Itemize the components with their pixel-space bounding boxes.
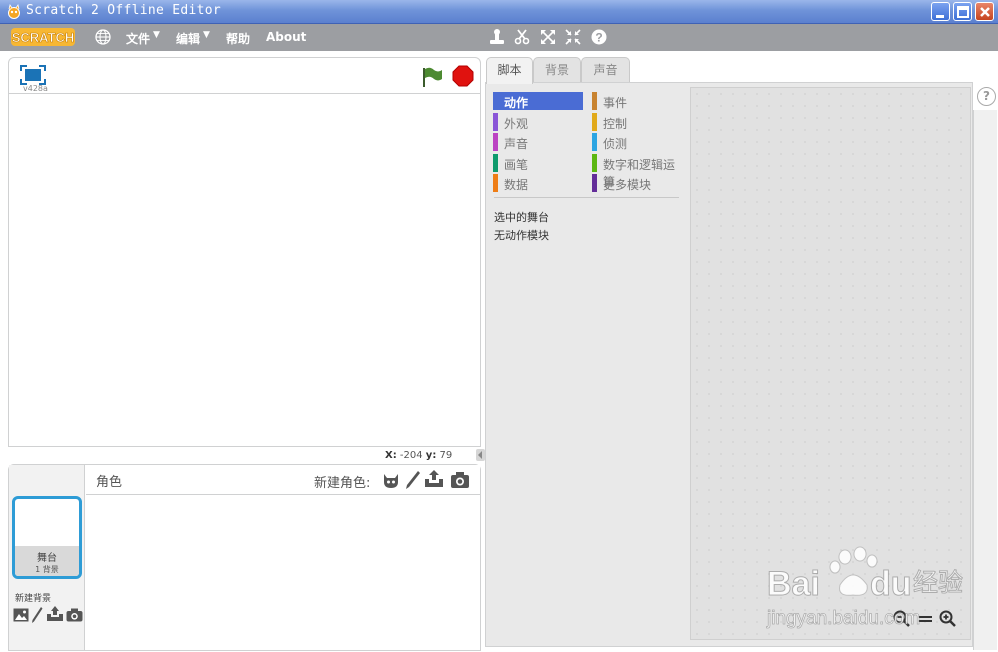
camera-new-backdrop-icon[interactable] <box>66 608 83 622</box>
watermark-brand-2: du <box>870 565 912 603</box>
category-5[interactable]: 数据 <box>493 174 583 192</box>
shrink-icon[interactable] <box>565 28 581 46</box>
stage-thumbnail[interactable]: 舞台 1 背景 <box>12 496 82 579</box>
selected-target-label: 选中的舞台 <box>494 211 549 224</box>
category-color-swatch <box>592 112 597 131</box>
window-titlebar: Scratch 2 Offline Editor <box>0 0 998 24</box>
stage-header: v428a <box>9 58 480 94</box>
stage-collapse-handle[interactable] <box>476 449 485 461</box>
category-7[interactable]: 控制 <box>592 112 682 131</box>
baidu-jingyan-watermark: Bai du 经验 jingyan.baidu.com <box>766 546 964 629</box>
camera-new-sprite-icon[interactable] <box>450 471 470 489</box>
fullscreen-icon[interactable] <box>20 65 46 85</box>
category-color-swatch <box>493 153 498 172</box>
category-label: 外观 <box>504 116 529 131</box>
tips-sidebar <box>973 110 997 650</box>
chevron-down-icon: ▼ <box>153 30 160 40</box>
language-globe-icon[interactable] <box>95 29 111 45</box>
paint-new-sprite-icon[interactable] <box>405 470 421 490</box>
category-label: 控制 <box>603 116 628 131</box>
menu-help[interactable]: 帮助 <box>226 30 250 47</box>
new-backdrop-label: 新建背景 <box>15 594 52 604</box>
menu-about[interactable]: About <box>266 30 306 44</box>
scratch-cat-icon <box>8 4 20 19</box>
watermark-cn: 经验 <box>913 568 963 597</box>
menu-edit[interactable]: 编辑 <box>176 30 200 47</box>
svg-text:?: ? <box>595 31 602 45</box>
category-label: 声音 <box>504 137 529 151</box>
watermark-url: jingyan.baidu.com <box>766 608 920 629</box>
sprites-label: 角色 <box>96 475 123 490</box>
category-10[interactable]: 更多模块 <box>592 174 682 192</box>
no-blocks-message: 无动作模块 <box>494 229 549 242</box>
chevron-down-icon: ▼ <box>203 30 210 40</box>
scratch-logo[interactable]: SCRATCH <box>11 27 75 47</box>
category-color-swatch <box>493 92 498 110</box>
category-color-swatch <box>592 153 597 172</box>
choose-sprite-from-library-icon[interactable] <box>381 470 401 490</box>
category-label: 数据 <box>504 178 529 192</box>
tab-sounds[interactable]: 声音 <box>581 57 630 83</box>
category-color-swatch <box>493 174 498 192</box>
maximize-icon <box>957 6 969 18</box>
category-8[interactable]: 侦测 <box>592 133 682 151</box>
category-6[interactable]: 事件 <box>592 92 682 110</box>
grow-icon[interactable] <box>540 28 556 46</box>
window-title: Scratch 2 Offline Editor <box>26 3 222 18</box>
category-color-swatch <box>592 174 597 192</box>
stage-thumbnail-backdrops: 1 背景 <box>35 565 59 574</box>
category-1[interactable]: 动作 <box>493 92 583 110</box>
mouse-y-value: 79 <box>439 450 453 461</box>
scratch-logo-text: SCRATCH <box>12 30 75 45</box>
sprite-panel: 角色 新建角色: 舞台 1 背景 新建背景 <box>8 464 481 651</box>
new-sprite-label: 新建角色: <box>314 476 371 491</box>
watermark-brand: Bai <box>767 565 820 603</box>
minimize-button[interactable] <box>931 2 950 21</box>
close-button[interactable] <box>975 2 994 21</box>
stage-thumbnail-footer: 舞台 1 背景 <box>15 546 79 576</box>
mouse-coordinates: X: -204 y: 79 <box>385 450 452 461</box>
category-color-swatch <box>493 133 498 151</box>
stage-thumbnail-name: 舞台 <box>37 553 57 564</box>
mouse-x-value: -204 <box>399 450 423 461</box>
menu-file[interactable]: 文件 <box>126 30 150 47</box>
category-3[interactable]: 声音 <box>493 133 583 151</box>
version-label: v428a <box>23 84 48 93</box>
duplicate-stamp-icon[interactable] <box>489 28 505 46</box>
tab-scripts[interactable]: 脚本 <box>486 57 533 84</box>
category-4[interactable]: 画笔 <box>493 153 583 172</box>
stage-panel[interactable]: v428a <box>8 57 481 447</box>
stop-sign-icon[interactable] <box>452 65 474 87</box>
category-color-swatch <box>592 92 597 110</box>
category-label: 事件 <box>603 96 628 110</box>
category-label: 动作 <box>504 96 529 110</box>
category-9[interactable]: 数字和逻辑运算 <box>592 153 682 189</box>
category-label: 更多模块 <box>603 178 652 192</box>
category-color-swatch <box>493 112 498 131</box>
maximize-button[interactable] <box>953 2 972 21</box>
upload-sprite-icon[interactable] <box>424 469 444 489</box>
category-2[interactable]: 外观 <box>493 112 583 131</box>
help-icon[interactable]: ? <box>590 28 608 46</box>
mouse-y-label: y: <box>425 450 437 461</box>
close-icon <box>980 7 990 17</box>
cut-scissors-icon[interactable] <box>514 28 530 46</box>
chevron-left-icon <box>478 451 482 459</box>
upload-backdrop-icon[interactable] <box>46 606 64 622</box>
minimize-icon <box>936 15 944 18</box>
tips-help-button[interactable]: ? <box>977 87 996 106</box>
tab-backdrops[interactable]: 背景 <box>533 57 581 83</box>
mouse-x-label: X: <box>385 450 397 461</box>
sprites-header: 角色 新建角色: <box>86 465 480 495</box>
green-flag-icon[interactable] <box>421 66 443 88</box>
paint-new-backdrop-icon[interactable] <box>31 606 43 624</box>
palette-divider <box>494 197 679 198</box>
choose-backdrop-from-library-icon[interactable] <box>13 608 29 622</box>
category-label: 画笔 <box>504 157 529 172</box>
menubar: SCRATCH 文件 ▼ 编辑 ▼ 帮助 About ? <box>0 24 998 51</box>
category-color-swatch <box>592 133 597 151</box>
category-label: 侦测 <box>603 137 628 151</box>
